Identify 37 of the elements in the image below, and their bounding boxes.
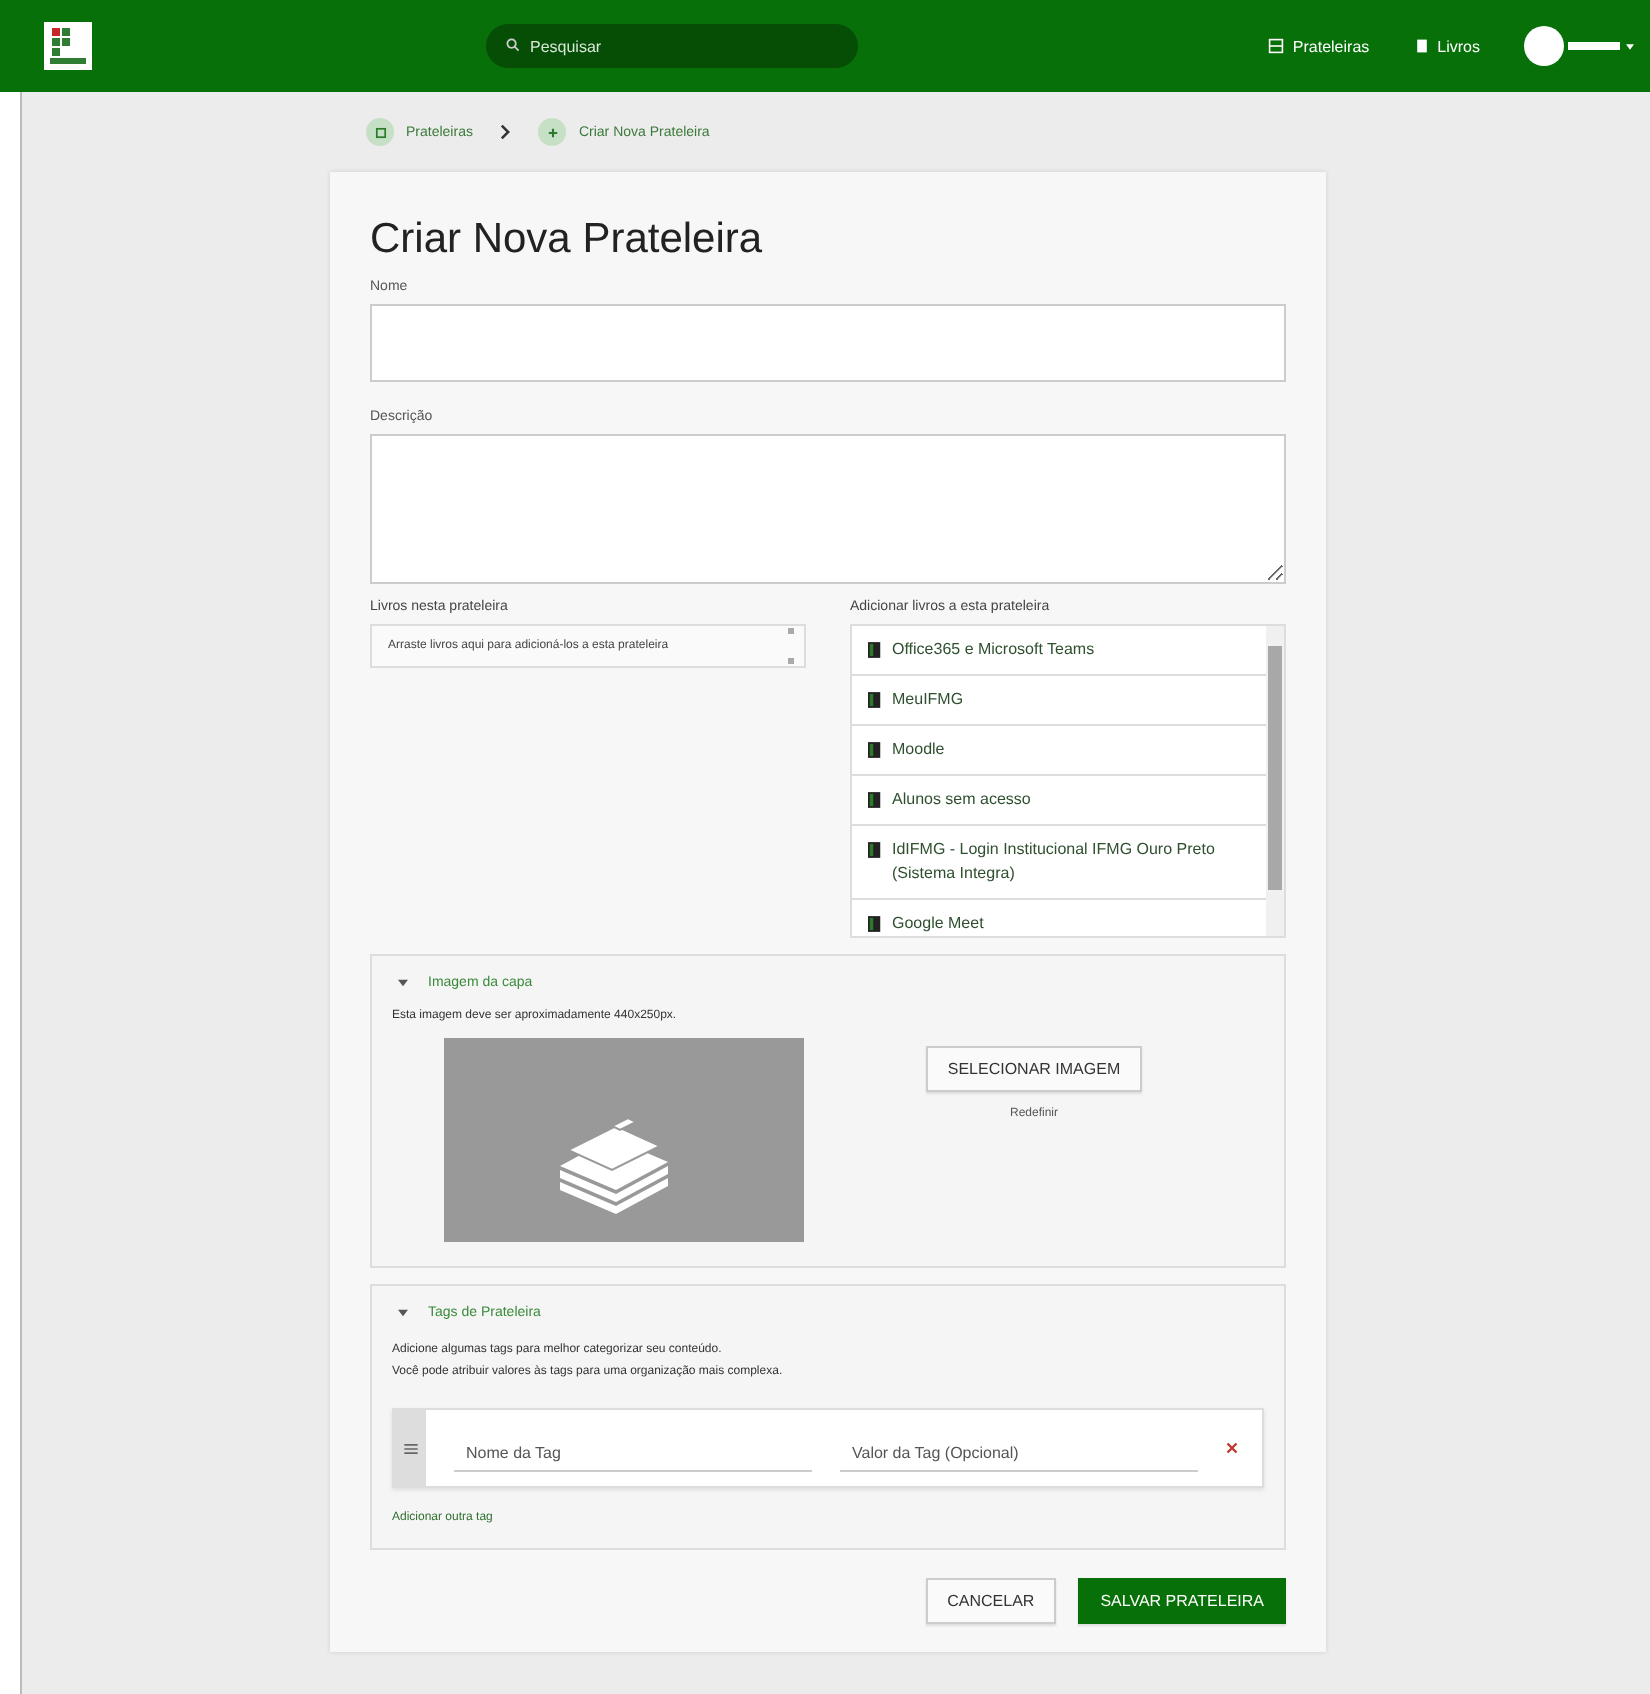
drag-handle[interactable] xyxy=(394,1410,426,1486)
chevron-icon xyxy=(500,124,511,140)
book-item[interactable]: Moodle xyxy=(852,726,1266,776)
plus-icon xyxy=(538,118,567,146)
logo-icon[interactable] xyxy=(44,22,92,70)
book-item[interactable]: MeuIFMG xyxy=(852,676,1266,726)
avatar-icon[interactable] xyxy=(1524,26,1564,66)
book-item[interactable]: Office365 e Microsoft Teams xyxy=(852,626,1266,676)
book-icon xyxy=(868,842,882,858)
tag-name-field[interactable]: Nome da Tag xyxy=(454,1436,812,1472)
save-button[interactable]: SALVAR PRATELEIRA xyxy=(1078,1578,1286,1624)
description-field[interactable] xyxy=(370,434,1286,584)
tag-value-field[interactable]: Valor da Tag (Opcional) xyxy=(840,1436,1198,1472)
book-icon xyxy=(868,742,882,758)
caret-icon[interactable] xyxy=(1626,43,1634,49)
scrollbar[interactable] xyxy=(782,628,798,664)
book-icon xyxy=(868,692,882,708)
name-field[interactable] xyxy=(370,304,1286,382)
select-image-button[interactable]: SELECIONAR IMAGEM xyxy=(925,1046,1143,1092)
scrollbar[interactable] xyxy=(1266,626,1284,936)
shelf-icon xyxy=(1268,38,1285,54)
book-icon xyxy=(868,792,882,808)
search-icon xyxy=(506,38,520,52)
book-icon xyxy=(868,642,882,658)
cancel-button[interactable]: CANCELAR xyxy=(925,1578,1057,1624)
caret-icon xyxy=(398,1308,408,1318)
caret-icon xyxy=(398,978,408,988)
handle-icon xyxy=(403,1443,417,1453)
page-title: Criar Nova Prateleira xyxy=(370,216,765,264)
book-icon xyxy=(1413,38,1430,54)
nav-link[interactable]: Livros xyxy=(1413,37,1480,55)
nav-link[interactable]: Prateleiras xyxy=(1268,37,1370,55)
book-item[interactable]: Alunos sem acesso xyxy=(852,776,1266,826)
search-field[interactable]: Pesquisar xyxy=(486,24,858,68)
book-icon xyxy=(868,916,882,932)
remove-icon[interactable] xyxy=(1226,1442,1238,1454)
shelf-icon xyxy=(366,118,394,146)
